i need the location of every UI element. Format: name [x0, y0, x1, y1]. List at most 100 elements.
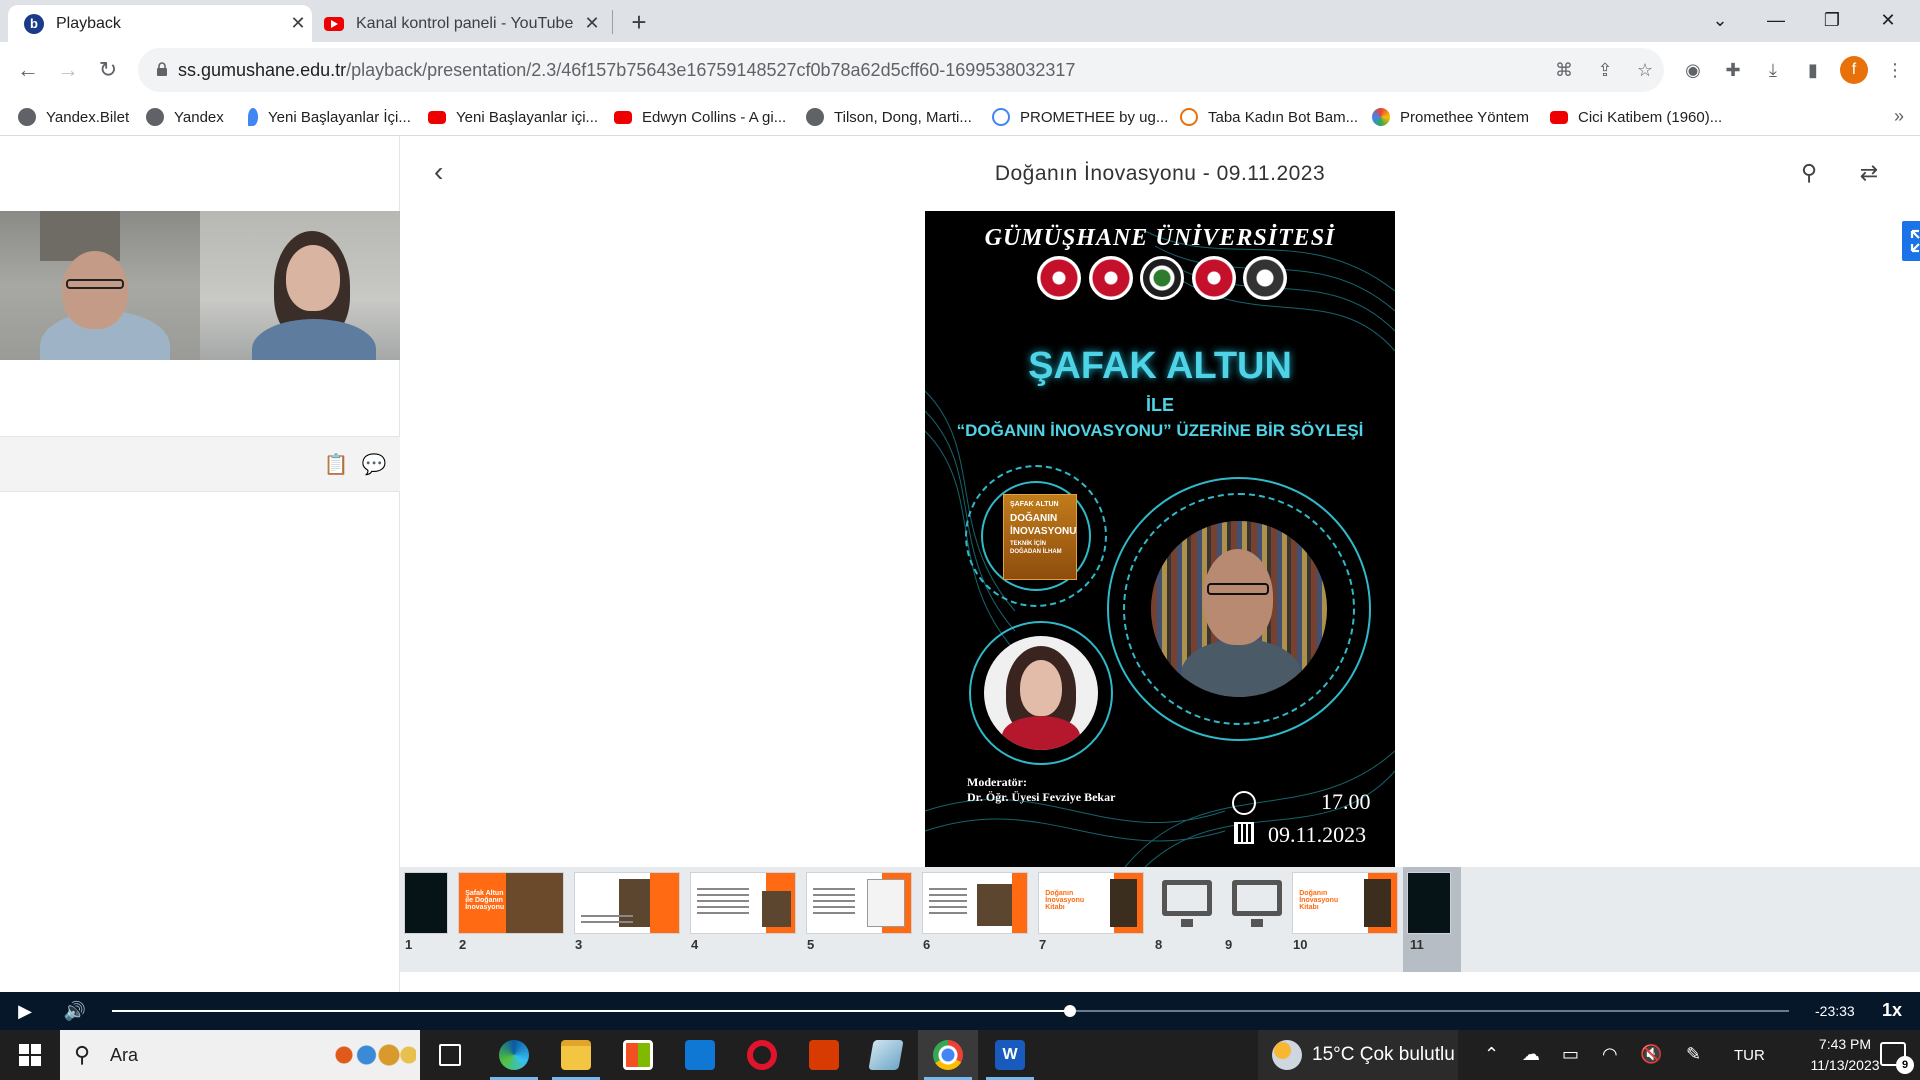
bookmark-label: Promethee Yöntem — [1400, 108, 1529, 126]
tray-overflow-chevron-icon[interactable]: ⌃ — [1484, 1044, 1499, 1065]
taskbar-search[interactable]: ⚲ Ara — [60, 1030, 420, 1080]
office-icon[interactable] — [794, 1030, 854, 1080]
panel-toolbar: 📋 💬 — [0, 436, 400, 492]
playback-controls: ▶ 🔊 -23:33 1x — [0, 992, 1920, 1030]
event-time: 17.00 — [1321, 789, 1371, 814]
slide-thumbnail[interactable] — [404, 872, 448, 934]
slide-thumbnail-selected[interactable] — [1407, 872, 1451, 934]
bookmark-item[interactable]: Yeni Başlayanlar İçi... — [248, 104, 411, 130]
address-bar[interactable]: ss.gumushane.edu.tr/playback/presentatio… — [138, 48, 1664, 92]
bookmark-item[interactable]: Promethee Yöntem — [1372, 104, 1529, 130]
back-arrow-icon[interactable]: ← — [12, 54, 44, 86]
minimize-button[interactable]: — — [1748, 0, 1804, 40]
slide-thumbnail[interactable] — [806, 872, 912, 934]
forward-arrow-icon[interactable]: → — [52, 54, 84, 86]
notifications-icon[interactable]: 9 — [1880, 1042, 1914, 1074]
bookmark-star-icon[interactable]: ☆ — [1630, 55, 1660, 85]
seek-bar[interactable] — [112, 1005, 1789, 1017]
tab-search-chevron-icon[interactable]: ⌄ — [1692, 0, 1748, 40]
download-icon[interactable]: ⤓ — [1758, 55, 1788, 85]
bookmark-label: Tilson, Dong, Marti... — [834, 108, 972, 126]
volume-icon[interactable]: 🔊 — [62, 998, 88, 1024]
file-explorer-icon[interactable] — [546, 1030, 606, 1080]
bookmark-label: Yandex — [174, 108, 224, 126]
bookmark-item[interactable]: Yandex — [146, 104, 224, 130]
thumb-book — [1363, 879, 1391, 927]
play-icon[interactable]: ▶ — [12, 998, 38, 1024]
slide-thumbnail[interactable]: Şafak Altun ile Doğanın İnovasyonu — [458, 872, 564, 934]
search-icon[interactable]: ⚲ — [1796, 160, 1822, 186]
tab-close-icon[interactable]: ✕ — [578, 13, 606, 34]
mail-icon[interactable] — [670, 1030, 730, 1080]
extension-record-icon[interactable]: ◉ — [1678, 55, 1708, 85]
share-icon[interactable]: ⇪ — [1590, 55, 1620, 85]
tab-playback[interactable]: b Playback ✕ — [8, 5, 312, 42]
weather-text: 15°C Çok bulutlu — [1312, 1044, 1455, 1065]
bookmark-item[interactable]: Cici Katibem (1960)... — [1550, 104, 1722, 130]
chrome-icon[interactable] — [918, 1030, 978, 1080]
playback-speed-button[interactable]: 1x — [1882, 1000, 1902, 1021]
speaker-photo — [1151, 521, 1327, 697]
wifi-icon[interactable]: ◠ — [1602, 1044, 1618, 1065]
word-icon[interactable]: W — [980, 1030, 1040, 1080]
extensions-puzzle-icon[interactable]: ✚ — [1718, 55, 1748, 85]
current-slide: GÜMÜŞHANE ÜNİVERSİTESİ ŞAFAK ALTUN İLE “… — [925, 211, 1395, 867]
fullscreen-button[interactable] — [1902, 221, 1920, 261]
bookmark-item[interactable]: Yandex.Bilet — [18, 104, 129, 130]
microsoft-store-icon[interactable] — [608, 1030, 668, 1080]
edge-browser-icon[interactable] — [484, 1030, 544, 1080]
slide-thumbnail[interactable] — [574, 872, 680, 934]
slide-thumbnail[interactable]: Doğanın İnovasyonu Kitabı — [1292, 872, 1398, 934]
expand-icon — [1910, 229, 1920, 253]
slide-number: 6 — [923, 937, 931, 952]
restore-button[interactable]: ❐ — [1804, 0, 1860, 40]
chat-bubbles-icon[interactable]: 💬 — [360, 451, 388, 479]
slide-thumbnail[interactable] — [1154, 872, 1220, 934]
bookmark-label: Taba Kadın Bot Bam... — [1208, 108, 1359, 126]
bookmark-item[interactable]: Tilson, Dong, Marti... — [806, 104, 972, 130]
notes-app-icon[interactable] — [856, 1030, 916, 1080]
battery-icon[interactable]: ▭ — [1562, 1044, 1579, 1065]
opera-icon[interactable] — [732, 1030, 792, 1080]
search-highlight-icon — [326, 1038, 416, 1072]
youtube-icon — [428, 110, 446, 124]
bookmark-item[interactable]: Yeni Başlayanlar içi... — [428, 104, 598, 130]
screen-share-icon — [1232, 880, 1282, 927]
tab-youtube-studio[interactable]: Kanal kontrol paneli - YouTube Studio ✕ — [316, 5, 606, 42]
bookmark-item[interactable]: PROMETHEE by ug... — [992, 104, 1168, 130]
search-placeholder: Ara — [110, 1045, 139, 1065]
globe-icon — [18, 108, 36, 126]
slide-thumbnail[interactable] — [690, 872, 796, 934]
slide-thumbnail[interactable]: Doğanın İnovasyonu Kitabı — [1038, 872, 1144, 934]
task-view-icon[interactable] — [420, 1030, 480, 1080]
bookmark-item[interactable]: Edwyn Collins - A gi... — [614, 104, 786, 130]
pen-icon[interactable]: ✎ — [1686, 1044, 1701, 1065]
input-language[interactable]: TUR — [1734, 1047, 1765, 1064]
presentation-title: Doğanın İnovasyonu - 09.11.2023 — [994, 162, 1326, 185]
slide-thumbnail[interactable] — [1224, 872, 1290, 934]
seal-logo — [1191, 256, 1236, 300]
presentation-stage: ‹ Doğanın İnovasyonu - 09.11.2023 ⚲ ⇄ GÜ… — [400, 136, 1920, 992]
book-cover: ŞAFAK ALTUN DOĞANIN İNOVASYONU TEKNİK İÇ… — [1003, 494, 1077, 580]
translate-icon[interactable]: ⌘ — [1549, 55, 1579, 85]
system-clock[interactable]: 7:43 PM 11/13/2023 — [1800, 1034, 1890, 1076]
tab-close-icon[interactable]: ✕ — [284, 13, 312, 34]
swap-layout-icon[interactable]: ⇄ — [1856, 160, 1882, 186]
bookmark-item[interactable]: Taba Kadın Bot Bam... — [1180, 104, 1358, 130]
weather-widget[interactable]: 15°C Çok bulutlu — [1258, 1030, 1458, 1080]
profile-avatar[interactable]: f — [1840, 56, 1868, 84]
windows-start-icon[interactable] — [0, 1030, 60, 1080]
slide-thumbnail[interactable] — [922, 872, 1028, 934]
seek-handle[interactable] — [1063, 1005, 1076, 1017]
reload-icon[interactable]: ↻ — [92, 54, 124, 86]
new-tab-button[interactable]: + — [624, 8, 654, 38]
talk-subtitle: “DOĞANIN İNOVASYONU” ÜZERİNE BİR SÖYLEŞİ — [956, 421, 1364, 440]
slide-number: 4 — [691, 937, 699, 952]
notes-clipboard-icon[interactable]: 📋 — [322, 451, 350, 479]
speaker-muted-icon[interactable]: 🔇 — [1640, 1044, 1662, 1065]
onedrive-cloud-icon[interactable]: ☁ — [1522, 1044, 1540, 1065]
bookmarks-overflow-icon[interactable]: » — [1894, 106, 1904, 127]
menu-dots-icon[interactable]: ⋮ — [1880, 55, 1910, 85]
side-panel-icon[interactable]: ▮ — [1798, 55, 1828, 85]
close-window-button[interactable]: ✕ — [1860, 0, 1916, 40]
